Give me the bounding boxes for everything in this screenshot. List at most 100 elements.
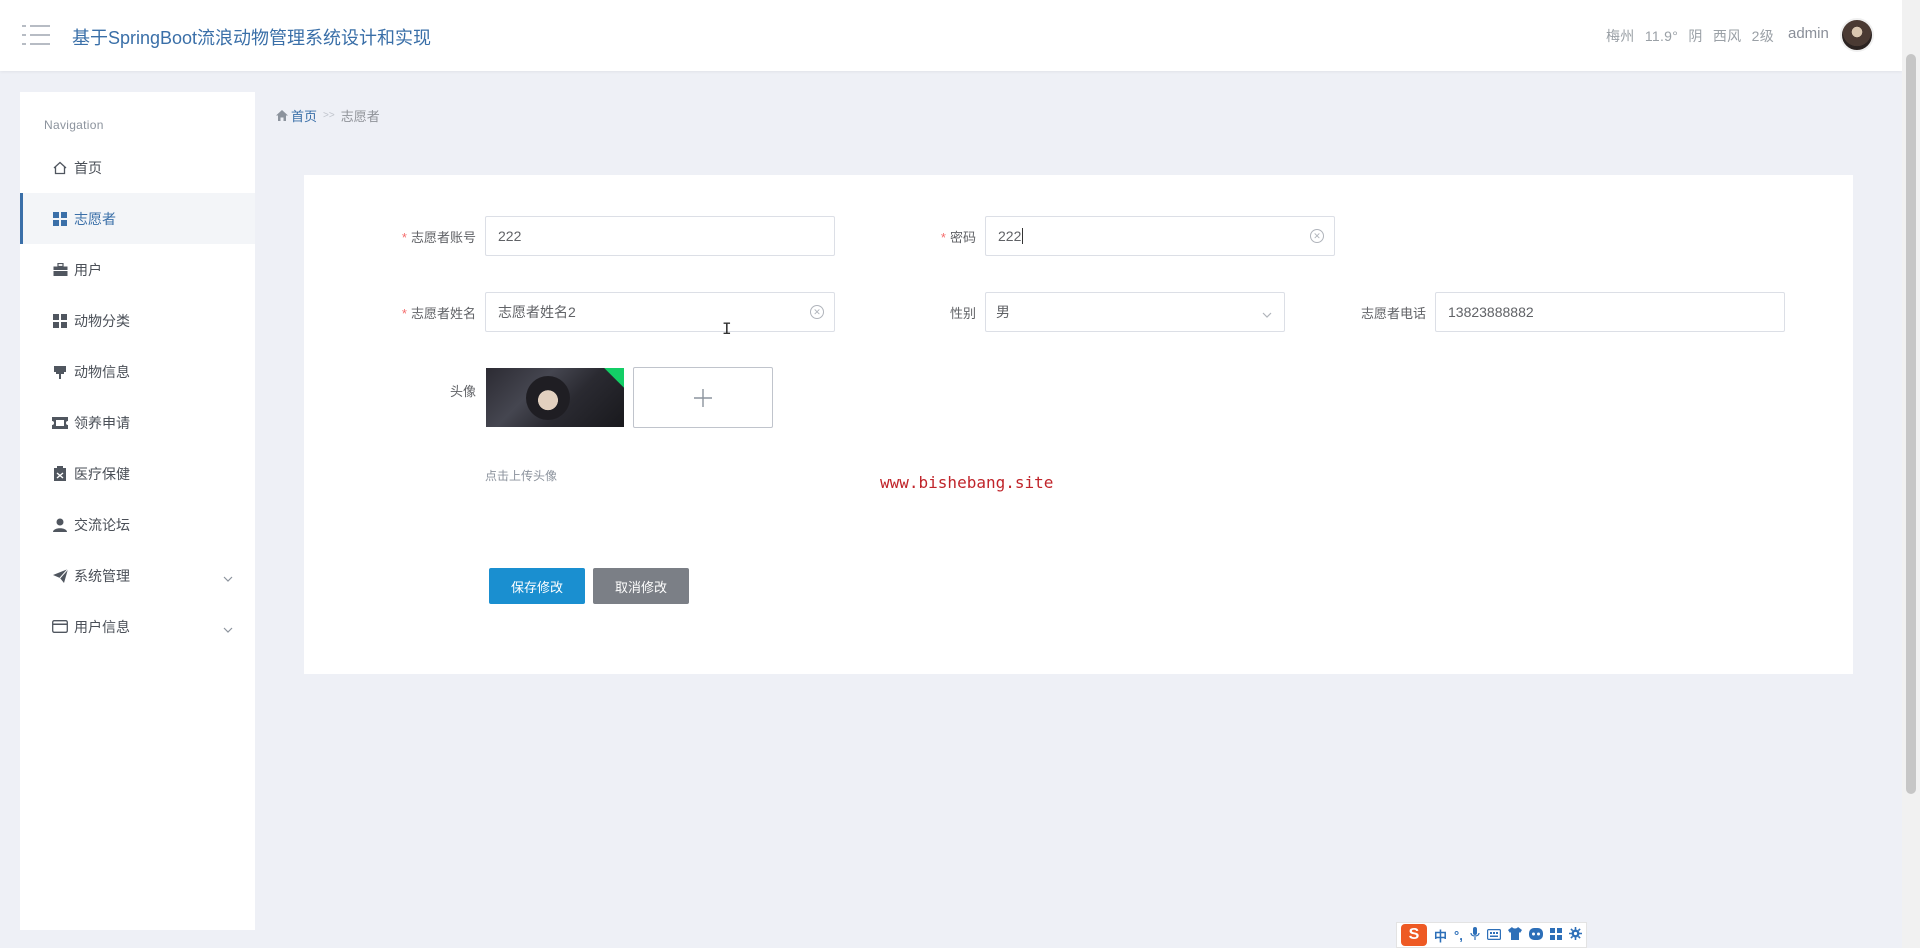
sidebar: Navigation 首页 志愿者 用户 动物分类 动物信息 领养申请 医疗保健… [20, 92, 255, 930]
home-icon [52, 160, 68, 176]
sidebar-item-user-info[interactable]: 用户信息 [20, 601, 255, 652]
clipboard-icon [52, 466, 68, 482]
grid-icon [52, 313, 68, 329]
weather-wind: 西风 [1712, 28, 1742, 44]
sidebar-item-label: 交流论坛 [74, 516, 130, 533]
sidebar-item-adoption[interactable]: 领养申请 [20, 397, 255, 448]
breadcrumb-current: 志愿者 [340, 109, 380, 124]
settings-gear-icon[interactable] [1568, 927, 1582, 943]
clear-icon[interactable]: ✕ [1310, 229, 1324, 243]
page-scrollbar[interactable] [1902, 0, 1920, 948]
clear-icon[interactable]: ✕ [810, 305, 824, 319]
phone-label-text: 志愿者电话 [1360, 306, 1426, 321]
sidebar-item-medical[interactable]: 医疗保健 [20, 448, 255, 499]
weather-info: 梅州 11.9° 阴 西风 2级 [1606, 26, 1780, 46]
sidebar-item-label: 首页 [74, 159, 102, 176]
chevron-down-icon [223, 569, 233, 585]
watermark: www.bishebang.site [880, 473, 1054, 492]
sidebar-item-home[interactable]: 首页 [20, 142, 255, 193]
emoji-icon[interactable] [1528, 927, 1543, 943]
breadcrumb-home[interactable]: 首页 [276, 106, 317, 125]
phone-input[interactable]: 13823888882 [1435, 292, 1785, 332]
avatar-label-text: 头像 [449, 384, 476, 399]
ime-punctuation[interactable]: °, [1454, 928, 1463, 943]
avatar-face [526, 376, 570, 420]
account-value: 222 [498, 228, 522, 244]
menu-toggle-icon[interactable] [22, 22, 52, 48]
user-icon [52, 517, 68, 533]
avatar-upload-button[interactable] [633, 367, 773, 428]
sidebar-item-system[interactable]: 系统管理 [20, 550, 255, 601]
ime-toolbar[interactable]: S 中 °, [1396, 922, 1587, 948]
chevron-down-icon [223, 620, 233, 636]
nav-heading: Navigation [44, 118, 104, 132]
gender-select[interactable]: 男 [985, 292, 1285, 332]
plus-icon [694, 388, 712, 407]
sidebar-item-label: 动物信息 [74, 363, 130, 380]
user-avatar[interactable] [1840, 18, 1874, 52]
weather-level: 2级 [1751, 28, 1775, 44]
phone-label: 志愿者电话 [1340, 303, 1426, 322]
gender-label: 性别 [920, 303, 976, 322]
gender-label-text: 性别 [949, 306, 976, 321]
username[interactable]: admin [1788, 25, 1829, 42]
text-caret [1022, 228, 1024, 244]
sidebar-item-user[interactable]: 用户 [20, 244, 255, 295]
ticket-icon [52, 415, 68, 431]
breadcrumb: 首页 >> 志愿者 [276, 106, 380, 125]
avatar-preview-image[interactable] [486, 368, 624, 427]
skin-shirt-icon[interactable] [1507, 927, 1522, 943]
cancel-button[interactable]: 取消修改 [593, 568, 689, 604]
required-mark: * [401, 306, 407, 321]
required-mark: * [401, 230, 407, 245]
chevron-down-icon [1262, 305, 1272, 321]
account-label: * 志愿者账号 [392, 227, 476, 246]
breadcrumb-separator: >> [323, 110, 335, 121]
sidebar-item-label: 系统管理 [74, 567, 130, 584]
sidebar-item-label: 用户信息 [74, 618, 130, 635]
mouse-ibeam-cursor: I [722, 319, 732, 338]
ime-language[interactable]: 中 [1434, 926, 1447, 945]
gender-value: 男 [996, 304, 1010, 320]
password-label-text: 密码 [949, 230, 976, 245]
account-input[interactable]: 222 [485, 216, 835, 256]
grid-icon [52, 211, 68, 227]
top-bar: 基于SpringBoot流浪动物管理系统设计和实现 梅州 11.9° 阴 西风 … [0, 0, 1902, 71]
card-icon [52, 619, 68, 635]
sidebar-item-forum[interactable]: 交流论坛 [20, 499, 255, 550]
weather-condition: 阴 [1688, 28, 1703, 44]
keyboard-icon[interactable] [1486, 928, 1501, 943]
password-label: * 密码 [920, 227, 976, 246]
password-input[interactable]: 222 ✕ [985, 216, 1335, 256]
required-mark: * [940, 230, 946, 245]
sogou-logo-icon[interactable]: S [1401, 924, 1427, 946]
sidebar-item-animal-category[interactable]: 动物分类 [20, 295, 255, 346]
sidebar-item-label: 医疗保健 [74, 465, 130, 482]
name-label-text: 志愿者姓名 [410, 306, 476, 321]
briefcase-icon [52, 262, 68, 278]
scrollbar-thumb[interactable] [1906, 54, 1916, 794]
microphone-icon[interactable] [1470, 926, 1480, 944]
app-title: 基于SpringBoot流浪动物管理系统设计和实现 [72, 28, 432, 48]
sidebar-item-animal-info[interactable]: 动物信息 [20, 346, 255, 397]
weather-city: 梅州 [1606, 28, 1635, 44]
toolbox-grid-icon[interactable] [1549, 927, 1562, 943]
weather-temp: 11.9° [1644, 28, 1679, 44]
breadcrumb-home-label: 首页 [291, 109, 318, 124]
sidebar-item-label: 动物分类 [74, 312, 130, 329]
account-label-text: 志愿者账号 [410, 230, 476, 245]
upload-success-badge [604, 368, 624, 388]
sidebar-item-label: 领养申请 [74, 414, 130, 431]
send-icon [52, 568, 68, 584]
pin-icon [52, 364, 68, 380]
sidebar-item-volunteer[interactable]: 志愿者 [20, 193, 255, 244]
sidebar-item-label: 志愿者 [74, 210, 116, 227]
phone-value: 13823888882 [1448, 304, 1534, 320]
nav-list: 首页 志愿者 用户 动物分类 动物信息 领养申请 医疗保健 交流论坛 系统管理 … [20, 142, 255, 652]
save-button[interactable]: 保存修改 [489, 568, 585, 604]
name-label: * 志愿者姓名 [392, 303, 476, 322]
name-input[interactable]: 志愿者姓名2 ✕ [485, 292, 835, 332]
name-value: 志愿者姓名2 [498, 304, 576, 320]
sidebar-item-label: 用户 [74, 261, 102, 278]
password-value: 222 [998, 228, 1022, 244]
